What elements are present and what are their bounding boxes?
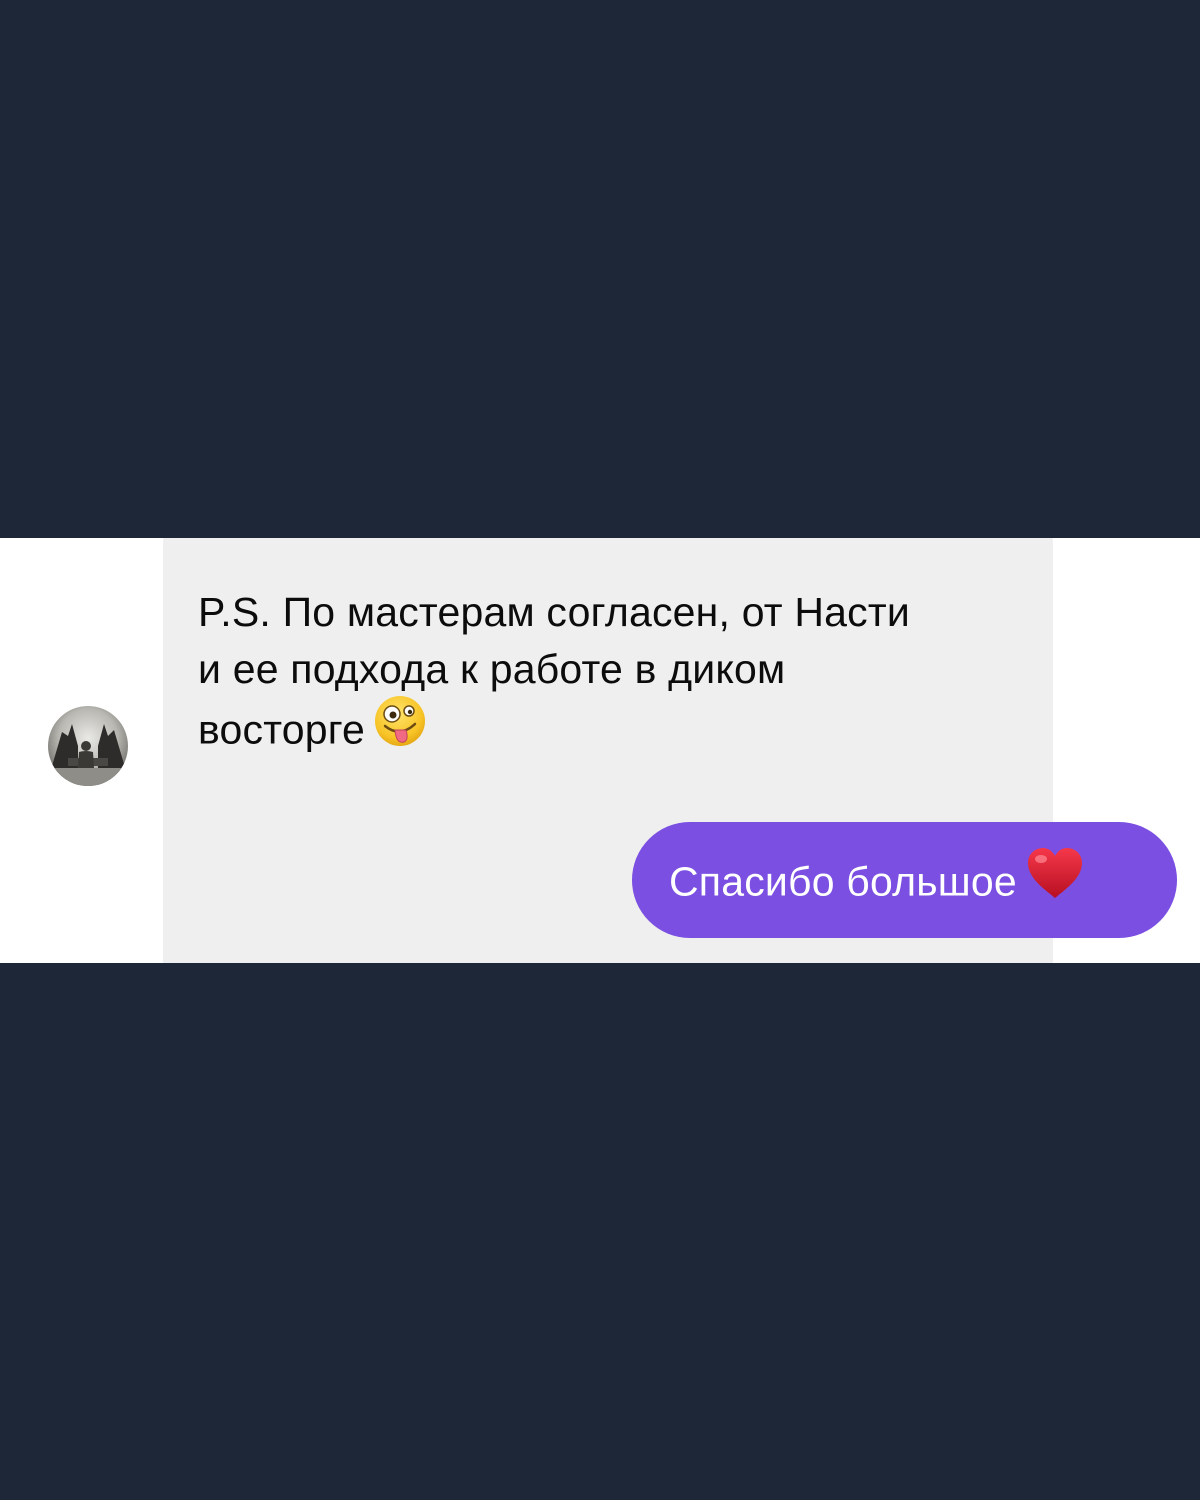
incoming-message-text: P.S. По мастерам согласен, от Насти и ее… — [198, 584, 918, 767]
red-heart-icon — [1025, 846, 1085, 915]
sender-avatar[interactable] — [48, 706, 128, 786]
outgoing-message-text: Спасибо большое — [669, 848, 1085, 919]
chat-thread: P.S. По мастерам согласен, от Насти и ее… — [0, 538, 1200, 963]
avatar-photo-icon — [48, 706, 128, 786]
outgoing-message-bubble[interactable]: Спасибо большое — [632, 822, 1177, 938]
zany-face-icon — [373, 694, 427, 763]
